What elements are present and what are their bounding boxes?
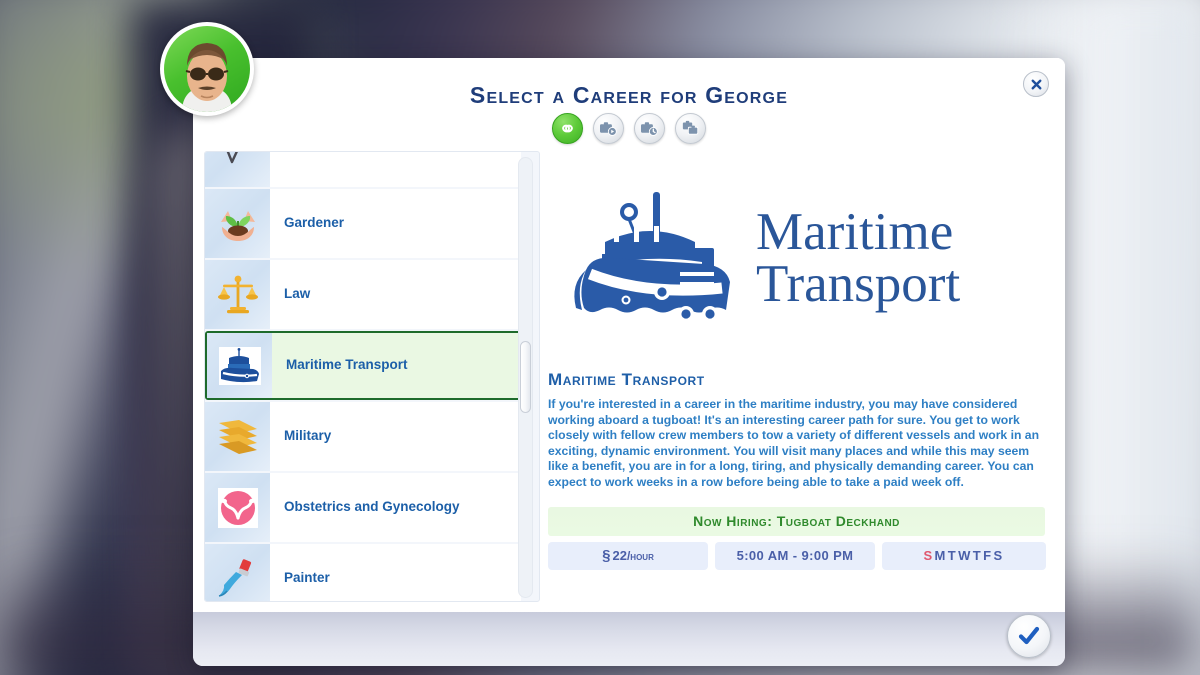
career-list-items: Gardener Law Maritime Transport Military…: [205, 152, 521, 601]
career-list[interactable]: Gardener Law Maritime Transport Military…: [204, 151, 540, 602]
close-icon: [1031, 79, 1041, 89]
career-logo-line-1: Maritime: [756, 202, 954, 261]
rank-stripes-icon: [218, 419, 257, 454]
tugboat-small-icon: [218, 346, 261, 385]
sim-face-icon: [182, 43, 232, 112]
career-logo-line-2: Transport: [756, 254, 961, 313]
dialog-footer: [193, 611, 1065, 666]
day-monday: M: [934, 548, 948, 564]
career-logo: Maritime Transport: [548, 151, 1053, 366]
paintbrush-icon: [205, 544, 270, 601]
seedling-hands-icon: [220, 210, 255, 241]
brush-icon: [218, 558, 251, 597]
career-description: If you're interested in a career in the …: [548, 397, 1040, 490]
career-selection-dialog: Select a Career for George Gardener Law …: [193, 58, 1065, 666]
day-sunday: S: [923, 548, 935, 564]
filter-active-careers[interactable]: [593, 113, 624, 144]
wage-pill: § 22/hour: [548, 541, 708, 570]
avatar-portrait: [164, 26, 250, 112]
day-tuesday: T: [947, 548, 959, 564]
avatar[interactable]: [160, 22, 254, 116]
tugboat-icon: [207, 333, 272, 398]
confirm-button[interactable]: [1007, 614, 1051, 658]
work-hours-pill: 5:00 AM - 9:00 PM: [715, 541, 875, 570]
filter-odd-jobs[interactable]: [675, 113, 706, 144]
day-thursday: T: [972, 548, 984, 564]
page-title: Select a Career for George: [469, 82, 789, 108]
career-list-scrollbar[interactable]: [518, 157, 533, 598]
scales-icon: [217, 275, 258, 313]
filter-all-careers[interactable]: [552, 113, 583, 144]
career-stats: § 22/hour 5:00 AM - 9:00 PM SMTWTFS: [548, 541, 1053, 570]
career-detail-heading: Maritime Transport: [548, 370, 705, 389]
list-item-label: Law: [284, 286, 311, 302]
day-wednesday: W: [958, 548, 973, 564]
pen-nib-icon: [226, 152, 238, 163]
day-friday: F: [983, 548, 994, 564]
career-detail-panel: Maritime Transport Maritime Transport If…: [548, 151, 1053, 602]
wage-amount: 22: [612, 548, 627, 564]
checkmark-icon: [1018, 626, 1040, 645]
wage-unit: /hour: [626, 548, 654, 563]
career-filter-bar: [193, 113, 1065, 144]
briefcase-play-icon: [600, 122, 617, 136]
double-briefcase-icon: [682, 120, 699, 135]
tugboat-illustration: [574, 191, 730, 322]
freelancer-icon: [205, 152, 270, 187]
briefcase-clock-icon: [641, 122, 658, 136]
now-hiring-banner: Now Hiring: Tugboat Deckhand: [548, 506, 1045, 536]
list-item-military[interactable]: Military: [205, 402, 521, 471]
uterus-icon: [217, 487, 258, 528]
list-item-label: Maritime Transport: [286, 357, 408, 373]
day-saturday: S: [993, 548, 1005, 564]
military-chevron-icon: [205, 402, 270, 471]
list-item[interactable]: [205, 152, 521, 187]
list-item-law[interactable]: Law: [205, 260, 521, 329]
list-item-maritime-transport[interactable]: Maritime Transport: [205, 331, 521, 400]
career-logo-text: Maritime Transport: [756, 202, 961, 313]
infinity-icon: [562, 124, 573, 133]
work-days-pill: SMTWTFS: [882, 541, 1046, 570]
list-item-label: Painter: [284, 570, 330, 586]
list-item-obstetrics-and-gynecology[interactable]: Obstetrics and Gynecology: [205, 473, 521, 542]
law-scales-icon: [205, 260, 270, 329]
filter-part-time-jobs[interactable]: [634, 113, 665, 144]
dialog-body: Select a Career for George Gardener Law …: [193, 58, 1065, 611]
list-item-label: Obstetrics and Gynecology: [284, 499, 460, 515]
gardener-icon: [205, 189, 270, 258]
list-item-label: Military: [284, 428, 332, 444]
list-item-painter[interactable]: Painter: [205, 544, 521, 601]
obgyn-icon: [205, 473, 270, 542]
list-item-label: Gardener: [284, 215, 345, 231]
simoleon-icon: §: [602, 547, 611, 565]
list-item-gardener[interactable]: Gardener: [205, 189, 521, 258]
scrollbar-thumb[interactable]: [520, 341, 531, 413]
close-button[interactable]: [1023, 71, 1049, 97]
